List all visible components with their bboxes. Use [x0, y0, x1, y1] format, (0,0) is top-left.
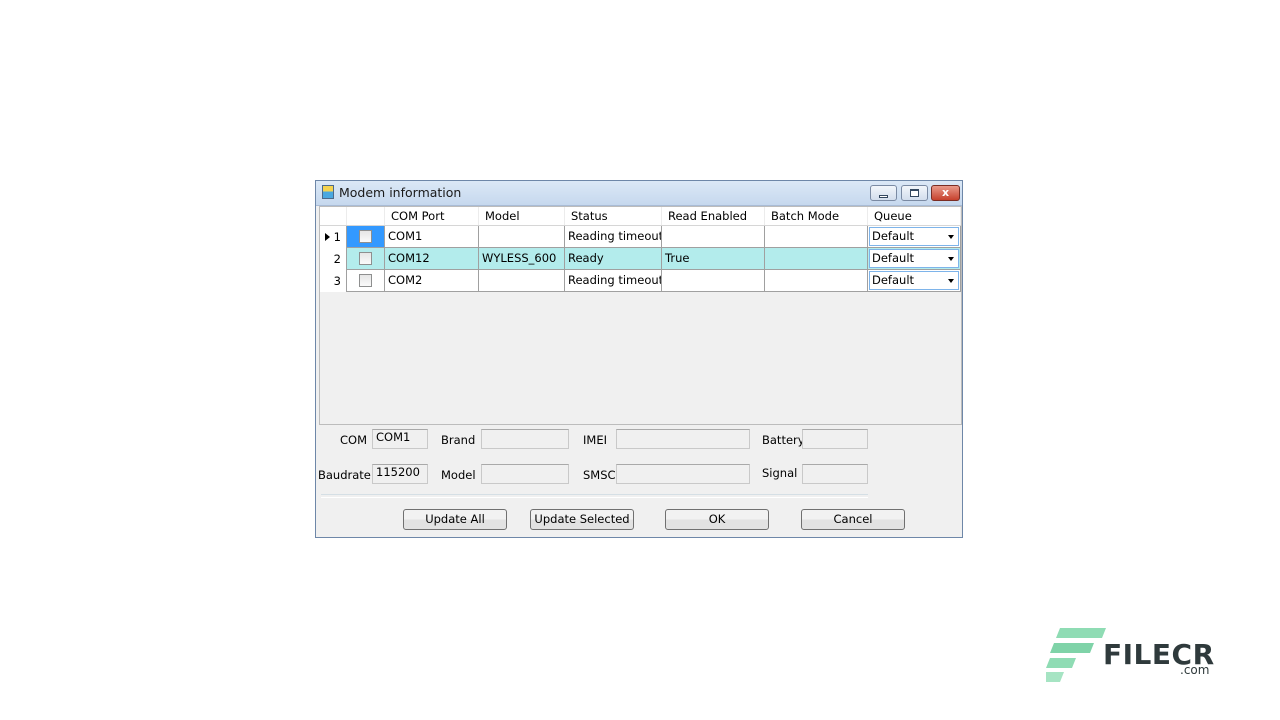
- read-enabled-cell[interactable]: [662, 270, 765, 292]
- update-selected-button[interactable]: Update Selected: [530, 509, 634, 530]
- close-button[interactable]: x: [931, 185, 960, 201]
- smsc-label: SMSC: [583, 468, 616, 482]
- baudrate-label: Baudrate: [318, 468, 371, 482]
- row-index: 1: [333, 230, 341, 244]
- select-checkbox[interactable]: [359, 274, 372, 287]
- imei-field[interactable]: [616, 429, 750, 449]
- batch-mode-cell[interactable]: [765, 226, 868, 248]
- grid-header: COM Port Model Status Read Enabled Batch…: [320, 207, 961, 226]
- maximize-icon: [910, 189, 919, 197]
- row-index: 3: [333, 274, 341, 288]
- chevron-down-icon[interactable]: [948, 279, 954, 283]
- brand-field[interactable]: [481, 429, 569, 449]
- select-checkbox[interactable]: [359, 230, 372, 243]
- update-all-button[interactable]: Update All: [403, 509, 507, 530]
- maximize-button[interactable]: [901, 185, 928, 201]
- model-cell[interactable]: [479, 270, 565, 292]
- model-label: Model: [441, 468, 476, 482]
- chevron-down-icon[interactable]: [948, 235, 954, 239]
- row-header-corner: [320, 207, 347, 225]
- select-cell[interactable]: [347, 248, 385, 270]
- queue-value: Default: [872, 273, 915, 287]
- ok-button[interactable]: OK: [665, 509, 769, 530]
- battery-label: Battery: [762, 433, 805, 447]
- current-row-icon: [325, 233, 330, 241]
- queue-select[interactable]: Default: [869, 249, 959, 268]
- signal-field[interactable]: [802, 464, 868, 484]
- signal-label: Signal: [762, 466, 798, 480]
- com-field[interactable]: COM1: [372, 429, 428, 449]
- minimize-button[interactable]: [870, 185, 897, 201]
- header-select[interactable]: [347, 207, 385, 225]
- select-cell[interactable]: [347, 270, 385, 292]
- watermark-suffix: .com: [1180, 663, 1210, 677]
- separator: [321, 494, 868, 498]
- smsc-field[interactable]: [616, 464, 750, 484]
- row-header[interactable]: 2: [320, 248, 347, 270]
- table-row[interactable]: 3 COM2 Reading timeout Default: [320, 270, 961, 292]
- com-port-cell[interactable]: COM1: [385, 226, 479, 248]
- header-batch-mode[interactable]: Batch Mode: [765, 207, 868, 225]
- baudrate-field[interactable]: 115200: [372, 464, 428, 484]
- chevron-down-icon[interactable]: [948, 257, 954, 261]
- queue-cell[interactable]: Default: [868, 248, 961, 270]
- header-model[interactable]: Model: [479, 207, 565, 225]
- imei-label: IMEI: [583, 433, 607, 447]
- select-cell[interactable]: [347, 226, 385, 248]
- com-port-cell[interactable]: COM2: [385, 270, 479, 292]
- modem-information-window: Modem information x COM Port Model Statu…: [315, 180, 963, 538]
- battery-field[interactable]: [802, 429, 868, 449]
- model-field[interactable]: [481, 464, 569, 484]
- batch-mode-cell[interactable]: [765, 248, 868, 270]
- filecr-logo-icon: [1046, 628, 1106, 682]
- table-row[interactable]: 2 COM12 WYLESS_600 Ready True Default: [320, 248, 961, 270]
- app-icon: [322, 185, 334, 199]
- title-bar[interactable]: Modem information x: [316, 181, 962, 206]
- queue-select[interactable]: Default: [869, 271, 959, 290]
- queue-select[interactable]: Default: [869, 227, 959, 246]
- model-cell[interactable]: WYLESS_600: [479, 248, 565, 270]
- model-cell[interactable]: [479, 226, 565, 248]
- window-title: Modem information: [339, 185, 462, 200]
- header-queue[interactable]: Queue: [868, 207, 961, 225]
- cancel-button[interactable]: Cancel: [801, 509, 905, 530]
- queue-value: Default: [872, 229, 915, 243]
- brand-label: Brand: [441, 433, 476, 447]
- com-label: COM: [340, 433, 368, 447]
- read-enabled-cell[interactable]: True: [662, 248, 765, 270]
- com-port-cell[interactable]: COM12: [385, 248, 479, 270]
- table-row[interactable]: 1 COM1 Reading timeout Default: [320, 226, 961, 248]
- status-cell[interactable]: Reading timeout: [565, 226, 662, 248]
- modem-grid[interactable]: COM Port Model Status Read Enabled Batch…: [319, 206, 962, 425]
- row-index: 2: [333, 252, 341, 266]
- close-icon: x: [941, 186, 950, 199]
- select-checkbox[interactable]: [359, 252, 372, 265]
- queue-cell[interactable]: Default: [868, 270, 961, 292]
- row-header[interactable]: 3: [320, 270, 347, 292]
- batch-mode-cell[interactable]: [765, 270, 868, 292]
- read-enabled-cell[interactable]: [662, 226, 765, 248]
- header-read-enabled[interactable]: Read Enabled: [662, 207, 765, 225]
- minimize-icon: [879, 194, 888, 198]
- queue-value: Default: [872, 251, 915, 265]
- status-cell[interactable]: Reading timeout: [565, 270, 662, 292]
- queue-cell[interactable]: Default: [868, 226, 961, 248]
- status-cell[interactable]: Ready: [565, 248, 662, 270]
- header-com-port[interactable]: COM Port: [385, 207, 479, 225]
- header-status[interactable]: Status: [565, 207, 662, 225]
- row-header[interactable]: 1: [320, 226, 347, 248]
